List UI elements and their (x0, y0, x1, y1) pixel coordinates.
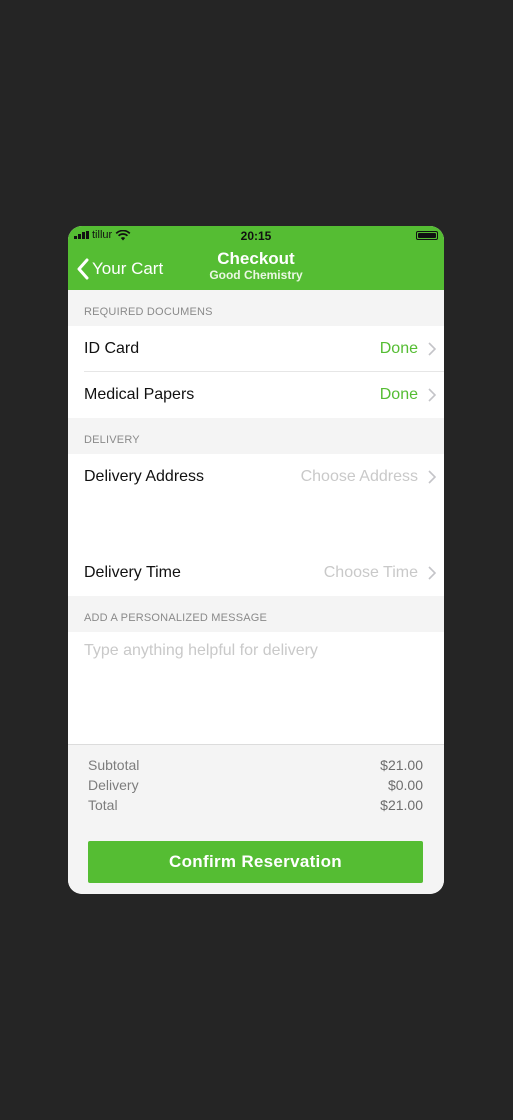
chevron-right-icon (428, 388, 436, 402)
confirm-reservation-button[interactable]: Confirm Reservation (88, 841, 423, 883)
row-delivery-time[interactable]: Delivery Time Choose Time (68, 550, 444, 596)
section-header-message: ADD A PERSONALIZED MESSAGE (84, 612, 268, 624)
delivery-fee-row: Delivery $0.00 (88, 777, 423, 797)
delivery-fee-value: $0.00 (387, 777, 423, 793)
section-header-required-documents: REQUIRED DOCUMENS (84, 306, 213, 318)
row-delivery-address[interactable]: Delivery Address Choose Address (68, 454, 444, 550)
page-title: Checkout (217, 249, 295, 268)
message-input[interactable] (84, 640, 428, 740)
status-bar: tillur 20:15 (68, 226, 444, 246)
total-label: Total (88, 797, 118, 813)
message-box (68, 632, 444, 744)
row-label: Delivery Time (84, 564, 181, 581)
page-subtitle: Good Chemistry (209, 268, 303, 282)
total-row: Total $21.00 (88, 797, 423, 817)
phone-screen: tillur 20:15 Your Cart Checkout Good Che… (68, 226, 444, 894)
chevron-right-icon (428, 342, 436, 356)
status-time: 20:15 (240, 229, 272, 243)
row-medical-papers[interactable]: Medical Papers Done (68, 372, 444, 418)
row-label: Medical Papers (84, 386, 195, 403)
status-done: Done (379, 340, 418, 357)
subtotal-label: Subtotal (88, 757, 140, 773)
section-header-delivery: DELIVERY (84, 434, 140, 446)
subtotal-row: Subtotal $21.00 (88, 757, 423, 777)
total-value: $21.00 (380, 797, 423, 813)
row-label: Delivery Address (84, 468, 205, 485)
subtotal-value: $21.00 (380, 757, 423, 773)
status-done: Done (379, 386, 418, 403)
delivery-fee-label: Delivery (88, 777, 139, 793)
battery-icon (416, 231, 438, 240)
chevron-right-icon (428, 470, 436, 484)
row-label: ID Card (84, 340, 140, 357)
order-summary: Subtotal $21.00 Delivery $0.00 Total $21… (68, 744, 444, 894)
row-id-card[interactable]: ID Card Done (68, 326, 444, 372)
time-placeholder: Choose Time (323, 564, 418, 581)
chevron-right-icon (428, 566, 436, 580)
navigation-bar: Your Cart Checkout Good Chemistry (68, 246, 444, 290)
address-placeholder: Choose Address (300, 468, 418, 485)
